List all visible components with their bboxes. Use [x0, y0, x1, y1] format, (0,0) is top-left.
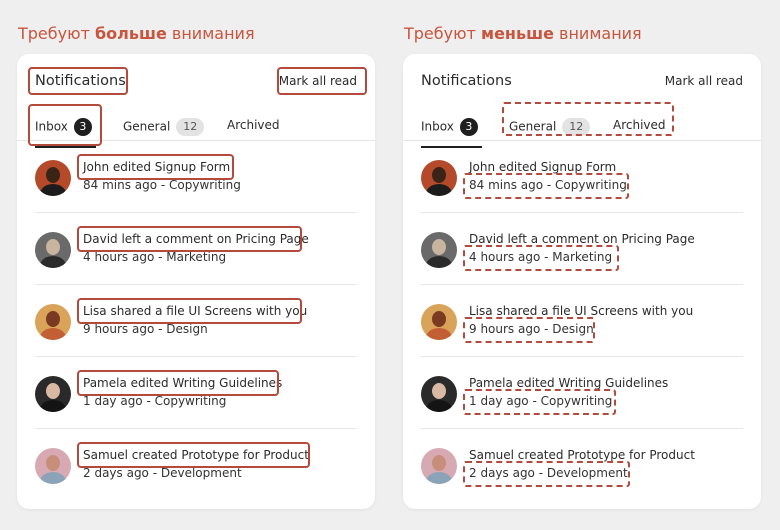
heading-less-attention: Требуют меньше внимания	[404, 24, 642, 43]
notification-meta: 84 mins ago - Copywriting	[83, 178, 241, 192]
tabs: Inbox 3 General 12 Archived	[403, 104, 761, 148]
notification-item[interactable]: Samuel created Prototype for Product 2 d…	[35, 428, 357, 500]
mark-all-read-button[interactable]: Mark all read	[279, 74, 357, 88]
notification-meta: 1 day ago - Copywriting	[83, 394, 227, 408]
heading-emphasis: меньше	[480, 24, 554, 43]
samuel-avatar	[421, 448, 457, 484]
notification-meta: 2 days ago - Development	[469, 466, 628, 480]
tab-general[interactable]: General 12	[509, 118, 591, 136]
notification-title: Samuel created Prototype for Product	[469, 448, 695, 462]
notification-title: Lisa shared a file UI Screens with you	[469, 304, 694, 318]
notification-item[interactable]: Pamela edited Writing Guidelines 1 day a…	[35, 356, 357, 429]
tab-general[interactable]: General 12	[123, 118, 205, 136]
notification-meta: 84 mins ago - Copywriting	[469, 178, 627, 192]
notification-title: David left a comment on Pricing Page	[469, 232, 695, 246]
samuel-avatar	[35, 448, 71, 484]
john-avatar	[35, 160, 71, 196]
tab-inbox[interactable]: Inbox 3	[35, 118, 96, 148]
notification-item[interactable]: Samuel created Prototype for Product 2 d…	[421, 428, 743, 500]
pamela-avatar	[421, 376, 457, 412]
notification-title: Lisa shared a file UI Screens with you	[83, 304, 308, 318]
david-avatar	[35, 232, 71, 268]
notification-title: John edited Signup Form	[83, 160, 231, 174]
notification-title: John edited Signup Form	[469, 160, 617, 174]
notification-title: Pamela edited Writing Guidelines	[83, 376, 283, 390]
notification-title: David left a comment on Pricing Page	[83, 232, 309, 246]
notification-item[interactable]: Pamela edited Writing Guidelines 1 day a…	[421, 356, 743, 429]
david-avatar	[421, 232, 457, 268]
notifications-card-left: Notifications Mark all read Inbox 3 Gener…	[17, 54, 375, 509]
notification-meta: 9 hours ago - Design	[83, 322, 208, 336]
pamela-avatar	[35, 376, 71, 412]
notification-item[interactable]: John edited Signup Form 84 mins ago - Co…	[421, 140, 743, 213]
notification-item[interactable]: Lisa shared a file UI Screens with you 9…	[35, 284, 357, 357]
notification-meta: 1 day ago - Copywriting	[469, 394, 613, 408]
notification-meta: 9 hours ago - Design	[469, 322, 594, 336]
card-title: Notifications	[421, 73, 512, 89]
notification-item[interactable]: David left a comment on Pricing Page 4 h…	[35, 212, 357, 285]
inbox-count-badge: 3	[73, 118, 92, 136]
tab-archived[interactable]: Archived	[227, 118, 280, 132]
general-count-badge: 12	[562, 118, 591, 136]
notification-meta: 4 hours ago - Marketing	[469, 250, 613, 264]
notification-item[interactable]: Lisa shared a file UI Screens with you 9…	[421, 284, 743, 357]
inbox-count-badge: 3	[459, 118, 478, 136]
tab-archived[interactable]: Archived	[613, 118, 666, 132]
lisa-avatar	[35, 304, 71, 340]
notification-item[interactable]: David left a comment on Pricing Page 4 h…	[421, 212, 743, 285]
notification-title: Samuel created Prototype for Product	[83, 448, 309, 462]
lisa-avatar	[421, 304, 457, 340]
notification-meta: 4 hours ago - Marketing	[83, 250, 227, 264]
general-count-badge: 12	[176, 118, 205, 136]
notification-meta: 2 days ago - Development	[83, 466, 242, 480]
heading-emphasis: больше	[94, 24, 167, 43]
card-title: Notifications	[35, 73, 126, 89]
tabs: Inbox 3 General 12 Archived	[17, 104, 375, 148]
notification-item[interactable]: John edited Signup Form 84 mins ago - Co…	[35, 140, 357, 213]
mark-all-read-button[interactable]: Mark all read	[665, 74, 743, 88]
john-avatar	[421, 160, 457, 196]
tab-inbox[interactable]: Inbox 3	[421, 118, 482, 148]
notification-title: Pamela edited Writing Guidelines	[469, 376, 669, 390]
notifications-card-right: Notifications Mark all read Inbox 3 Gener…	[403, 54, 761, 509]
heading-more-attention: Требуют больше внимания	[18, 24, 255, 43]
